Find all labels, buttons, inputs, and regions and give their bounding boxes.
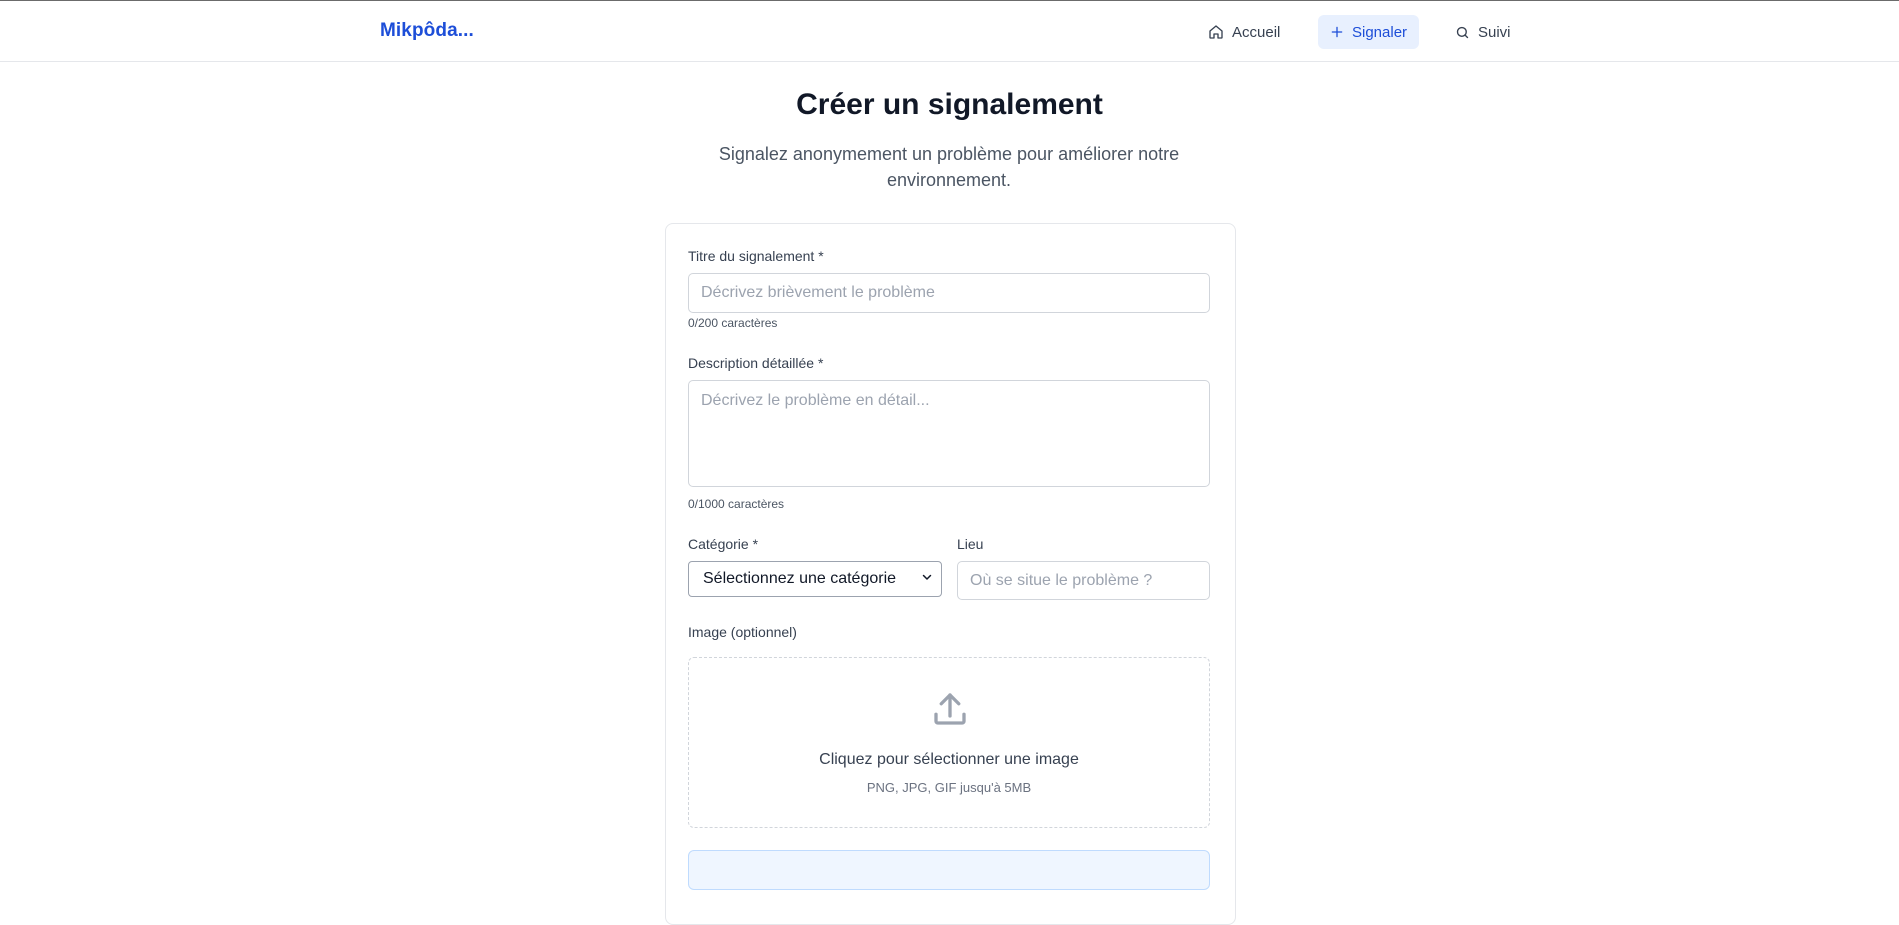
title-field-label: Titre du signalement * [688,248,824,264]
title-input[interactable] [688,273,1210,313]
nav-item-home[interactable]: Accueil [1196,15,1292,49]
nav-item-report[interactable]: Signaler [1318,15,1420,49]
nav-item-track[interactable]: Suivi [1443,15,1523,49]
upload-icon [929,688,971,735]
description-field-label: Description détaillée * [688,355,824,371]
upload-instruction: Cliquez pour sélectionner une image [819,751,1079,768]
image-field-label: Image (optionnel) [688,624,797,640]
page-title: Créer un signalement [796,88,1103,121]
page-subtitle: Signalez anonymement un problème pour am… [718,144,1180,190]
location-input[interactable] [957,561,1210,600]
category-field-label: Catégorie * [688,536,759,552]
brand-logo-text[interactable]: Mikpôda... [380,20,474,42]
upload-format-hint: PNG, JPG, GIF jusqu'à 5MB [866,780,1032,795]
description-textarea[interactable] [688,380,1210,487]
title-char-counter: 0/200 caractères [688,316,778,330]
nav-item-track-label: Suivi [1478,23,1511,41]
home-icon [1208,24,1224,40]
description-char-counter: 0/1000 caractères [688,497,785,511]
search-icon [1455,25,1470,40]
category-select[interactable]: Sélectionnez une catégorie [688,561,942,597]
plus-icon [1330,25,1344,39]
chevron-down-icon [921,570,933,588]
category-selected-value: Sélectionnez une catégorie [703,570,897,587]
info-notice-box [688,850,1210,890]
image-upload-dropzone[interactable]: Cliquez pour sélectionner une image PNG,… [688,657,1210,828]
nav-item-home-label: Accueil [1232,23,1281,41]
nav-item-report-label: Signaler [1352,23,1408,41]
location-field-label: Lieu [957,536,984,552]
top-navbar: Mikpôda... Accueil Signaler Suivi [0,1,1899,62]
